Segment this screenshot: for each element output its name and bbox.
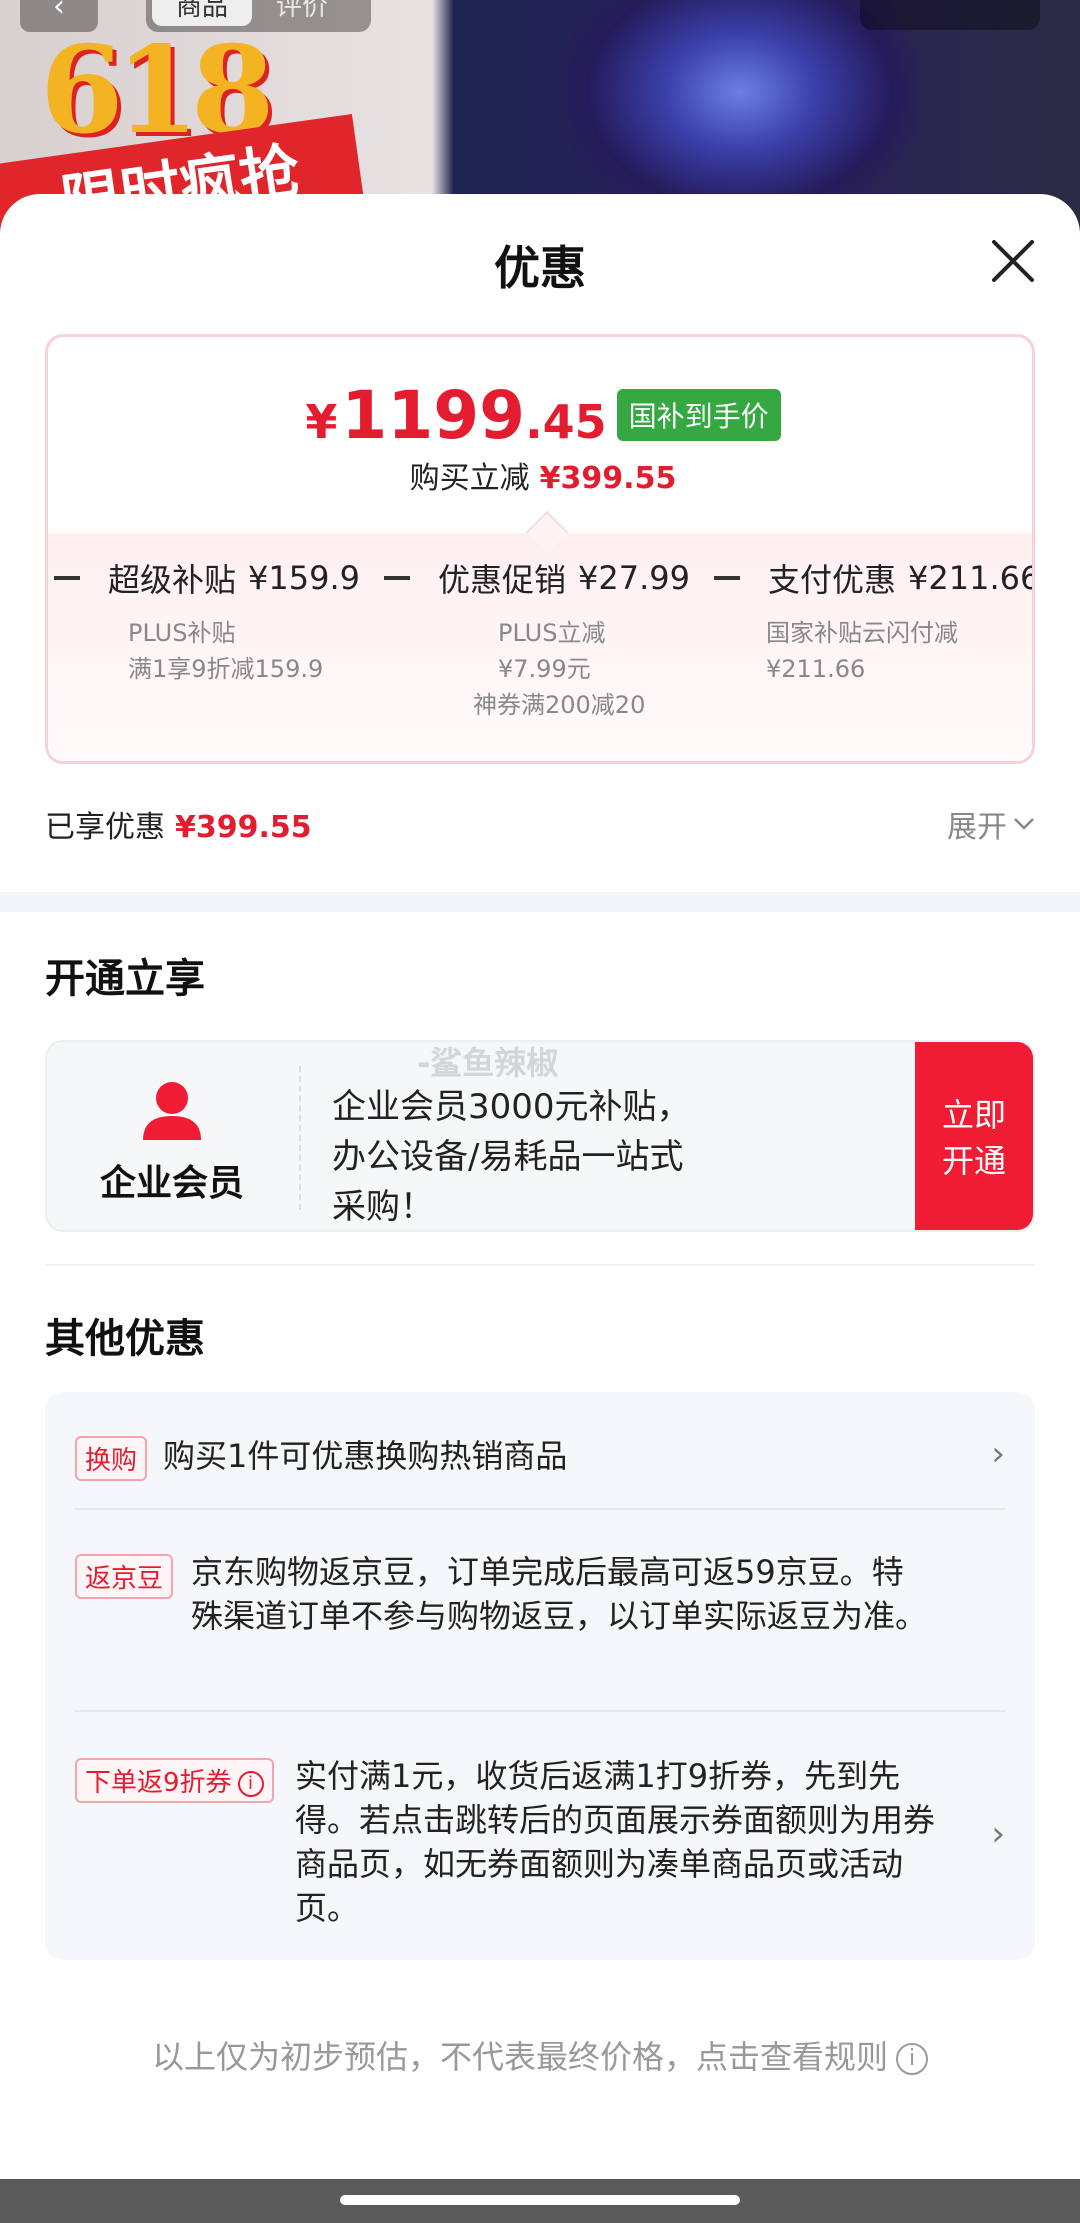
breakdown-detail: 国家补贴云闪付减 ¥211.66 bbox=[766, 619, 958, 683]
row-separator bbox=[75, 1710, 1005, 1712]
breakdown-item-payment: 支付优惠 ¥211.66 bbox=[714, 555, 1032, 601]
divider bbox=[299, 1066, 301, 1210]
tag-jd-beans: 返京豆 bbox=[75, 1554, 174, 1599]
minus-icon bbox=[54, 576, 80, 580]
open-section-title: 开通立享 bbox=[45, 956, 205, 1002]
back-button[interactable]: ‹ bbox=[20, 0, 98, 32]
user-icon bbox=[143, 1082, 201, 1140]
product-tabs: 商品 评价 bbox=[146, 0, 371, 32]
header-actions[interactable] bbox=[860, 0, 1040, 30]
other-section-title: 其他优惠 bbox=[45, 1316, 205, 1362]
tab-reviews[interactable]: 评价 bbox=[276, 0, 328, 30]
close-icon[interactable] bbox=[986, 234, 1040, 288]
other-discounts-card: 换购 购买1件可优惠换购热销商品 › 返京豆 京东购物返京豆，订单完成后最高可返… bbox=[45, 1392, 1035, 1960]
row-separator bbox=[75, 1508, 1005, 1510]
enterprise-member-card[interactable]: 企业会员 -鲨鱼辣椒 企业会员3000元补贴，办公设备/易耗品一站式采购！ 立即… bbox=[45, 1040, 1035, 1232]
subsidy-price-badge: 国补到手价 bbox=[616, 389, 781, 441]
chevron-left-icon: ‹ bbox=[53, 0, 65, 24]
row-text: 购买1件可优惠换购热销商品 bbox=[163, 1437, 568, 1475]
tag-coupon-return: 下单返9折券 i bbox=[75, 1758, 274, 1803]
info-icon[interactable]: i bbox=[237, 1770, 264, 1797]
breakdown-item-super-subsidy: 超级补贴 ¥159.9 bbox=[54, 555, 360, 601]
tab-product[interactable]: 商品 bbox=[152, 0, 252, 26]
tag-trade-in: 换购 bbox=[75, 1436, 148, 1481]
home-indicator[interactable] bbox=[340, 2195, 740, 2205]
final-price: ¥ 1199 .45 国补到手价 bbox=[48, 377, 1032, 454]
breakdown-detail: 神券满200减20 bbox=[473, 691, 646, 719]
enjoyed-discount: 已享优惠 ¥399.55 bbox=[45, 810, 312, 845]
list-item-jd-beans: 返京豆 京东购物返京豆，订单完成后最高可返59京豆。特殊渠道订单不参与购物返豆，… bbox=[75, 1550, 1005, 1690]
minus-icon bbox=[714, 576, 740, 580]
discount-sheet: 优惠 ¥ 1199 .45 国补到手价 购买立减 ¥399.55 超级补贴 ¥159… bbox=[0, 194, 1080, 2179]
info-icon[interactable]: i bbox=[896, 2043, 928, 2075]
breakdown-detail: PLUS补贴 满1享9折减159.9 bbox=[128, 619, 324, 683]
section-divider bbox=[0, 892, 1080, 912]
system-navigation-bar bbox=[0, 2179, 1080, 2223]
minus-icon bbox=[384, 576, 410, 580]
member-badge: 企业会员 bbox=[47, 1042, 297, 1230]
price-summary-card: ¥ 1199 .45 国补到手价 购买立减 ¥399.55 超级补贴 ¥159.9 … bbox=[45, 334, 1035, 764]
chevron-right-icon: › bbox=[991, 1434, 1005, 1474]
list-item-coupon-return[interactable]: 下单返9折券 i 实付满1元，收货后返满1打9折券，先到先得。若点击跳转后的页面展… bbox=[75, 1754, 1005, 1934]
member-description: 企业会员3000元补贴，办公设备/易耗品一站式采购！ bbox=[332, 1087, 691, 1227]
divider bbox=[45, 1264, 1035, 1266]
chevron-right-icon: › bbox=[991, 1814, 1005, 1854]
member-label: 企业会员 bbox=[99, 1163, 244, 1204]
row-text: 实付满1元，收货后返满1打9折券，先到先得。若点击跳转后的页面展示券面额则为用券… bbox=[295, 1757, 936, 1927]
watermark: -鲨鱼辣椒 bbox=[417, 1044, 559, 1082]
open-now-button[interactable]: 立即 开通 bbox=[915, 1042, 1033, 1230]
row-text: 京东购物返京豆，订单完成后最高可返59京豆。特殊渠道订单不参与购物返豆，以订单实… bbox=[191, 1553, 928, 1635]
breakdown-item-promotion: 优惠促销 ¥27.99 bbox=[384, 555, 690, 601]
sheet-title: 优惠 bbox=[494, 241, 586, 295]
reduce-line: 购买立减 ¥399.55 bbox=[409, 461, 677, 496]
list-item-trade-in[interactable]: 换购 购买1件可优惠换购热销商品 › bbox=[75, 1434, 1005, 1494]
rules-footnote[interactable]: 以上仅为初步预估，不代表最终价格，点击查看规则 i bbox=[0, 2032, 1080, 2078]
expand-button[interactable]: 展开 bbox=[947, 802, 1035, 846]
chevron-down-icon bbox=[1014, 818, 1034, 830]
breakdown-detail: PLUS立减 ¥7.99元 bbox=[498, 619, 606, 683]
